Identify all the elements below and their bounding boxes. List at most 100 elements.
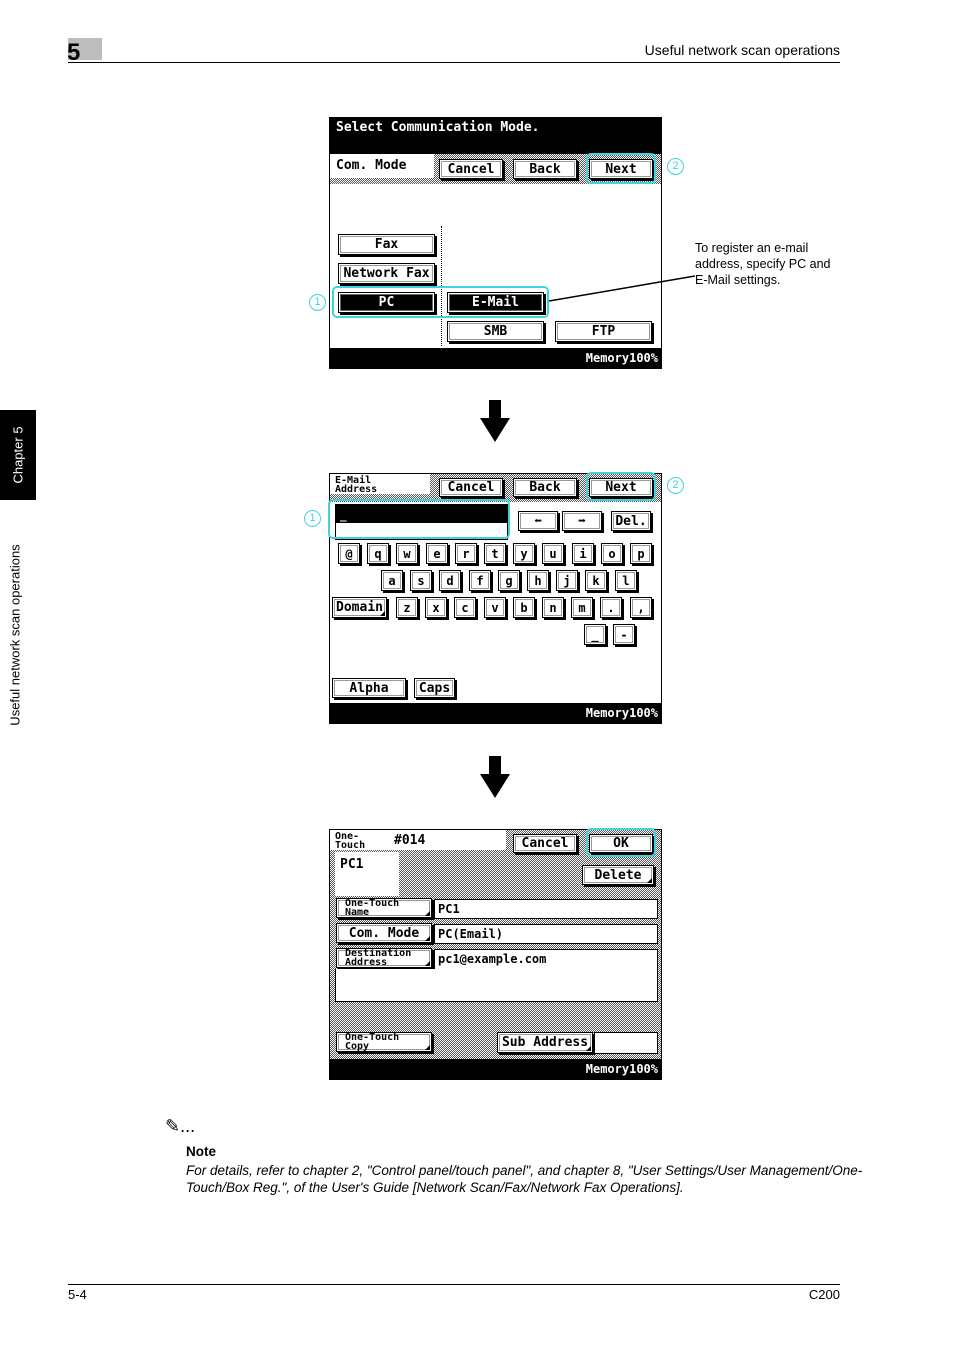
submenu-corner-icon <box>647 878 652 883</box>
note-label: Note <box>186 1144 216 1159</box>
screen1-title: Select Communication Mode. <box>330 118 661 154</box>
domain-button[interactable]: Domain <box>332 597 387 618</box>
back-button[interactable]: Back <box>513 159 577 179</box>
sub-address-label: Sub Address <box>501 1035 589 1050</box>
highlight-next <box>586 153 656 184</box>
key-h[interactable]: h <box>527 570 549 591</box>
highlight-next <box>586 472 656 501</box>
key-underscore[interactable]: _ <box>584 624 606 645</box>
key-r[interactable]: r <box>455 543 477 564</box>
side-tab-section: Useful network scan operations <box>0 520 30 750</box>
footer-divider <box>68 1284 840 1285</box>
mode-fax-button[interactable]: Fax <box>338 234 435 255</box>
destination-address-value: pc1@example.com <box>434 949 658 969</box>
note-text: For details, refer to chapter 2, "Contro… <box>186 1163 863 1195</box>
one-touch-number: #014 <box>394 833 426 848</box>
annotation-leader-line <box>548 275 696 302</box>
highlight-pc-email <box>332 286 549 318</box>
cursor-left-button[interactable]: ⬅ <box>518 511 558 531</box>
key-o[interactable]: o <box>601 543 623 564</box>
one-touch-name-button[interactable]: One-Touch Name <box>336 898 432 918</box>
key-comma[interactable]: , <box>630 597 652 618</box>
key-g[interactable]: g <box>498 570 520 591</box>
one-touch-copy-label-line2: Copy <box>345 1041 370 1052</box>
key-s[interactable]: s <box>410 570 432 591</box>
destination-address-button[interactable]: Destination Address <box>336 948 432 968</box>
key-hyphen[interactable]: - <box>613 624 635 645</box>
screen3-header-label: One- Touch <box>335 832 366 851</box>
key-l[interactable]: l <box>615 570 637 591</box>
key-q[interactable]: q <box>367 543 389 564</box>
page-number: 5-4 <box>68 1287 87 1302</box>
alpha-button[interactable]: Alpha <box>332 678 406 698</box>
key-c[interactable]: c <box>454 597 476 618</box>
destination-address-label-line2: Address <box>345 957 388 968</box>
key-e[interactable]: e <box>426 543 448 564</box>
destination-address-area <box>335 969 658 1002</box>
cancel-button[interactable]: Cancel <box>439 159 503 179</box>
callout-1: 1 <box>309 294 326 311</box>
screen1-memory-status: Memory100% <box>330 348 661 368</box>
one-touch-name-value: PC1 <box>434 899 658 919</box>
screen2-field-label: E-Mail Address <box>330 474 430 495</box>
header-divider <box>68 62 840 63</box>
mode-network-fax-button[interactable]: Network Fax <box>338 263 435 284</box>
screen-one-touch-register: One- Touch #014 Cancel OK PC1 Delete One… <box>329 829 662 1080</box>
screen2-field-label-line2: Address <box>335 484 378 495</box>
key-at[interactable]: @ <box>338 543 360 564</box>
screen3-header-label-line2: Touch <box>335 840 366 851</box>
key-b[interactable]: b <box>513 597 535 618</box>
annotation-text: To register an e-mail address, specify P… <box>695 241 831 287</box>
key-x[interactable]: x <box>425 597 447 618</box>
key-n[interactable]: n <box>542 597 564 618</box>
submenu-corner-icon <box>586 1046 591 1051</box>
mode-ftp-button[interactable]: FTP <box>555 321 652 342</box>
one-touch-copy-button[interactable]: One-Touch Copy <box>336 1032 432 1052</box>
key-z[interactable]: z <box>396 597 418 618</box>
submenu-corner-icon <box>425 936 430 941</box>
one-touch-name-label-line2: Name <box>345 907 370 918</box>
cursor-right-button[interactable]: ➡ <box>562 511 602 531</box>
key-w[interactable]: w <box>396 543 418 564</box>
mode-smb-button[interactable]: SMB <box>447 321 544 342</box>
key-t[interactable]: t <box>484 543 506 564</box>
section-title: Useful network scan operations <box>644 42 840 58</box>
key-a[interactable]: a <box>381 570 403 591</box>
key-v[interactable]: v <box>484 597 506 618</box>
screen3-memory-status: Memory100% <box>330 1059 661 1079</box>
callout-2: 2 <box>667 158 684 175</box>
down-arrow-icon <box>480 756 510 798</box>
key-i[interactable]: i <box>572 543 594 564</box>
domain-button-label: Domain <box>336 600 383 615</box>
cancel-button[interactable]: Cancel <box>513 834 577 853</box>
key-k[interactable]: k <box>585 570 607 591</box>
side-tab-section-label: Useful network scan operations <box>7 544 23 726</box>
down-arrow-icon <box>480 400 510 442</box>
key-p[interactable]: p <box>630 543 652 564</box>
key-m[interactable]: m <box>571 597 593 618</box>
caps-button[interactable]: Caps <box>414 678 455 698</box>
key-f[interactable]: f <box>469 570 491 591</box>
cancel-button[interactable]: Cancel <box>439 478 503 497</box>
sub-address-field <box>594 1032 658 1054</box>
preview-box: PC1 <box>335 852 399 896</box>
com-mode-value: PC(Email) <box>434 924 658 944</box>
screen2-memory-status: Memory100% <box>330 703 661 723</box>
delete-button-label: Delete <box>594 867 642 883</box>
sub-address-button[interactable]: Sub Address <box>497 1032 593 1053</box>
side-tab-chapter-label: Chapter 5 <box>10 426 26 484</box>
com-mode-button[interactable]: Com. Mode <box>336 923 432 943</box>
key-j[interactable]: j <box>556 570 578 591</box>
side-tab-chapter: Chapter 5 <box>0 410 36 500</box>
preview-name: PC1 <box>340 857 364 872</box>
delete-button[interactable]: Delete <box>582 865 654 885</box>
key-y[interactable]: y <box>513 543 535 564</box>
highlight-ok <box>586 828 656 857</box>
key-d[interactable]: d <box>439 570 461 591</box>
model-name: C200 <box>808 1287 840 1302</box>
key-u[interactable]: u <box>542 543 564 564</box>
delete-char-button[interactable]: Del. <box>611 511 651 531</box>
key-period[interactable]: . <box>600 597 622 618</box>
back-button[interactable]: Back <box>513 478 577 497</box>
com-mode-label: Com. Mode <box>348 925 420 941</box>
